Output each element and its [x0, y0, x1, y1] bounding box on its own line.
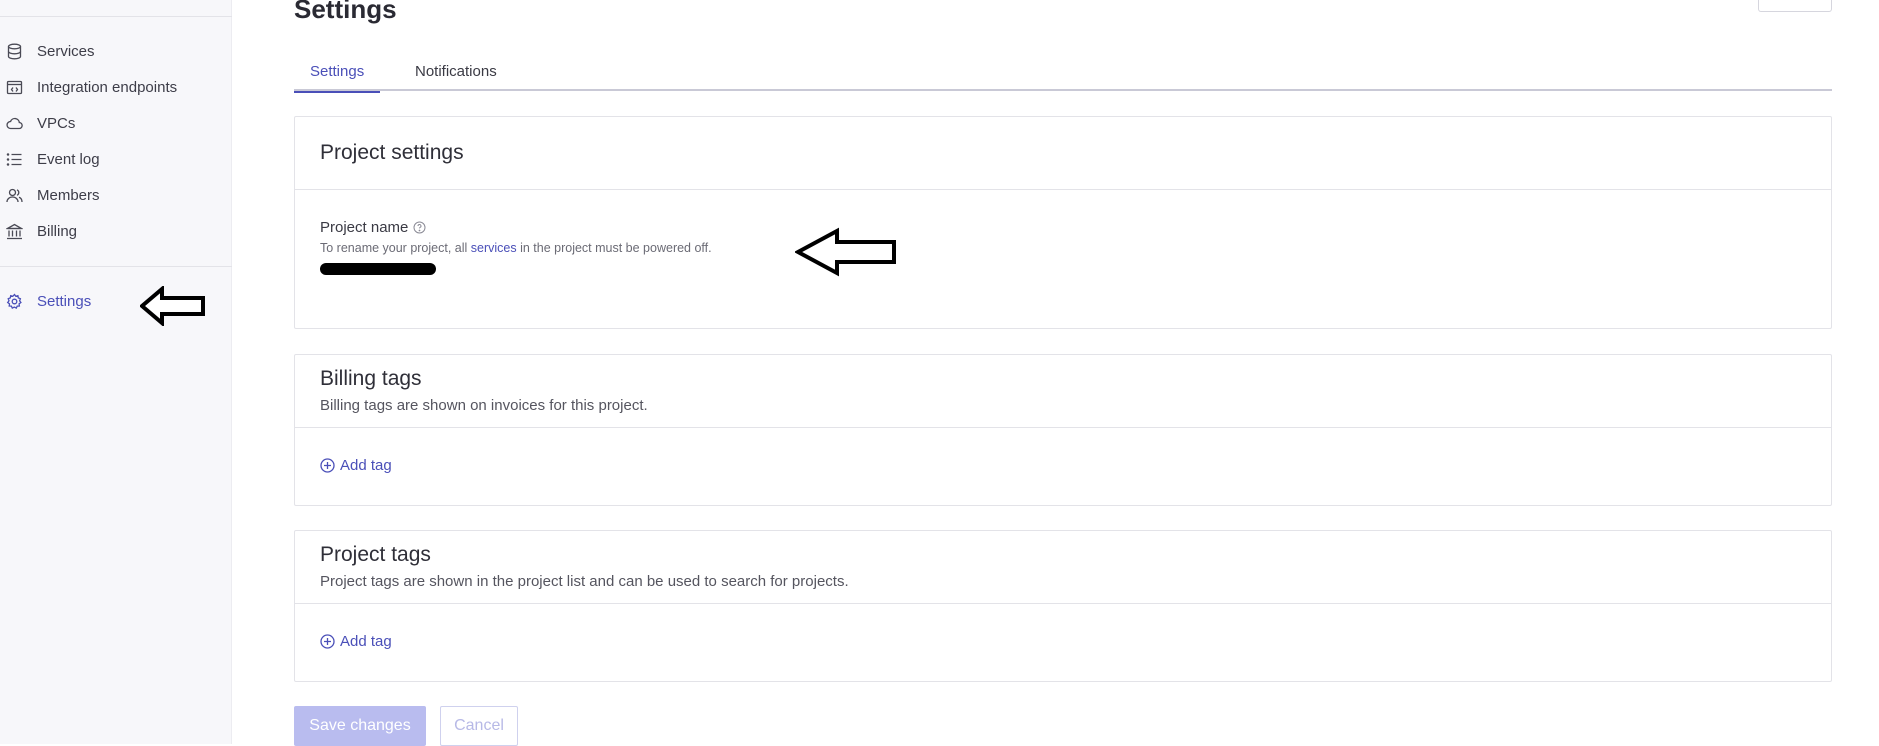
- sidebar-divider: [0, 266, 232, 267]
- integration-icon: [6, 79, 23, 96]
- project-name-help: To rename your project, all services in …: [320, 241, 712, 255]
- cancel-button[interactable]: Cancel: [440, 706, 518, 746]
- billing-tags-card: Billing tags Billing tags are shown on i…: [294, 354, 1832, 506]
- card-description: Billing tags are shown on invoices for t…: [320, 397, 648, 414]
- project-tags-card: Project tags Project tags are shown in t…: [294, 530, 1832, 682]
- bank-icon: [6, 223, 23, 240]
- sidebar: Services Integration endpoints VPCs Even…: [0, 0, 232, 744]
- sidebar-item-label: Billing: [37, 222, 78, 240]
- add-project-tag-button[interactable]: Add tag: [320, 633, 392, 650]
- gear-icon: [6, 293, 23, 310]
- card-title: Project tags: [320, 543, 431, 566]
- sidebar-top-divider: [0, 16, 232, 17]
- help-circle-icon[interactable]: [413, 221, 426, 234]
- card-description: Project tags are shown in the project li…: [320, 573, 849, 590]
- sidebar-item-label: Event log: [37, 150, 100, 168]
- sidebar-item-label: Members: [37, 186, 100, 204]
- help-text: in the project must be powered off.: [516, 241, 712, 255]
- database-icon: [6, 43, 23, 60]
- add-tag-label: Add tag: [340, 457, 392, 474]
- help-text: To rename your project, all: [320, 241, 471, 255]
- list-icon: [6, 151, 23, 168]
- sidebar-item-label: VPCs: [37, 114, 76, 132]
- services-link[interactable]: services: [471, 241, 517, 255]
- sidebar-item-label: Integration endpoints: [37, 78, 178, 96]
- sidebar-item-members[interactable]: Members: [0, 180, 232, 210]
- project-settings-card: Project settings Project name To rename …: [294, 116, 1832, 329]
- arrow-left-icon: [140, 286, 205, 326]
- sidebar-item-event-log[interactable]: Event log: [0, 144, 232, 174]
- tab-bar: Settings Notifications: [294, 56, 1832, 93]
- header-action-button[interactable]: [1758, 0, 1832, 12]
- card-header: Project settings: [295, 117, 1831, 190]
- add-tag-label: Add tag: [340, 633, 392, 650]
- arrow-left-icon: [795, 227, 896, 277]
- add-billing-tag-button[interactable]: Add tag: [320, 457, 392, 474]
- page-title: Settings: [294, 0, 397, 24]
- field-label-text: Project name: [320, 219, 409, 236]
- sidebar-item-label: Settings: [37, 292, 92, 310]
- sidebar-item-vpcs[interactable]: VPCs: [0, 108, 232, 138]
- card-header: Billing tags Billing tags are shown on i…: [295, 355, 1831, 428]
- tab-settings[interactable]: Settings: [294, 56, 381, 93]
- card-title: Billing tags: [320, 367, 422, 390]
- save-changes-button[interactable]: Save changes: [294, 706, 426, 746]
- users-icon: [6, 187, 23, 204]
- tab-notifications[interactable]: Notifications: [399, 56, 513, 91]
- sidebar-item-services[interactable]: Services: [0, 36, 232, 66]
- project-name-label: Project name: [320, 219, 426, 236]
- card-title: Project settings: [320, 141, 464, 164]
- plus-circle-icon: [320, 458, 335, 473]
- card-header: Project tags Project tags are shown in t…: [295, 531, 1831, 604]
- sidebar-item-label: Services: [37, 42, 95, 60]
- plus-circle-icon: [320, 634, 335, 649]
- redacted-project-name: [320, 263, 436, 275]
- sidebar-item-billing[interactable]: Billing: [0, 216, 232, 246]
- sidebar-item-integration-endpoints[interactable]: Integration endpoints: [0, 72, 232, 102]
- cloud-icon: [6, 115, 23, 132]
